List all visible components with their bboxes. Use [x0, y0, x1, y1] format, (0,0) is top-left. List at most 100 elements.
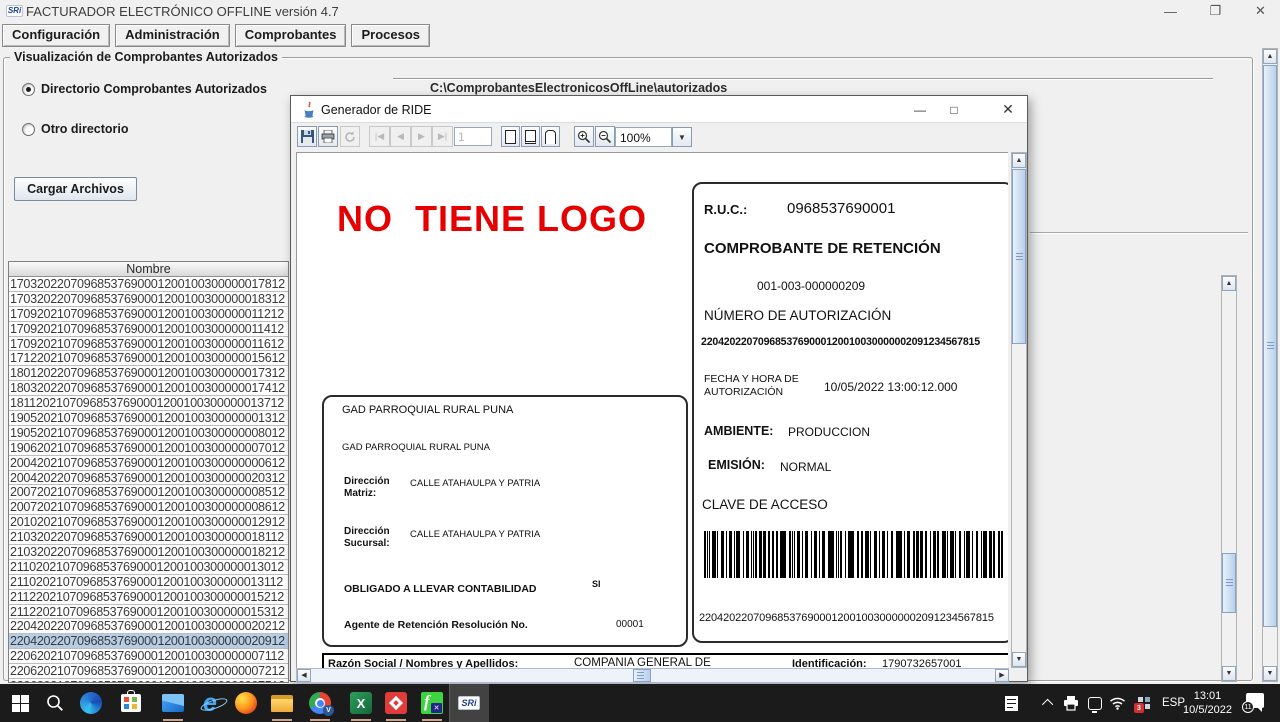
table-row[interactable]: 2110202107096853769000120010030000001301… [9, 560, 288, 575]
print-button[interactable] [318, 126, 338, 147]
dialog-horizontal-scrollbar[interactable]: ◀ ▶ [296, 668, 1009, 683]
dialog-vertical-scrollbar[interactable]: ▲ ▼ [1011, 152, 1027, 668]
device-tray-button[interactable] [1086, 695, 1104, 711]
grid-app-tray-button[interactable]: 3 [1133, 695, 1155, 711]
table-row[interactable]: 1709202107096853769000120010030000001141… [9, 322, 288, 337]
table-row[interactable]: 1709202107096853769000120010030000001121… [9, 307, 288, 322]
start-button[interactable] [8, 691, 32, 715]
chrome-taskbar-button[interactable]: V [308, 691, 332, 715]
page-number-input[interactable]: 1 [454, 127, 492, 146]
single-page-button[interactable] [501, 126, 520, 147]
fit-page-button[interactable] [521, 126, 540, 147]
menu-comprobantes[interactable]: Comprobantes [235, 24, 347, 47]
tray-expand-button[interactable] [1040, 695, 1058, 711]
radio-directorio-autorizados[interactable] [22, 83, 35, 96]
sri-taskbar-button[interactable]: SRi [449, 684, 489, 722]
contabilidad-value: SI [592, 579, 601, 589]
printer-tray-button[interactable] [1062, 695, 1080, 711]
file-explorer-button[interactable] [270, 691, 294, 715]
table-row[interactable]: 2112202107096853769000120010030000001531… [9, 605, 288, 620]
table-row[interactable]: 2103202207096853769000120010030000001821… [9, 545, 288, 560]
dialog-minimize-button[interactable]: — [904, 96, 936, 123]
table-row[interactable]: 2206202107096853769000120010030000000711… [9, 649, 288, 664]
main-vertical-scrollbar[interactable]: ▲ ▼ [1262, 48, 1278, 682]
table-row[interactable]: 1905202107096853769000120010030000000801… [9, 426, 288, 441]
clock-time: 13:01 [1180, 689, 1235, 703]
scroll-up-icon[interactable]: ▲ [1222, 276, 1236, 291]
file-table: Nombre 170320220709685376900012001003000… [8, 261, 289, 683]
notification-center-button[interactable]: 11 [1246, 693, 1264, 708]
table-row[interactable]: 2004202107096853769000120010030000000061… [9, 456, 288, 471]
table-row[interactable]: 1803202207096853769000120010030000001741… [9, 381, 288, 396]
table-row[interactable]: 2206202107096853769000120010030000000751… [9, 679, 288, 683]
table-row[interactable]: 2007202107096853769000120010030000000851… [9, 485, 288, 500]
save-button[interactable] [297, 126, 317, 147]
zoom-in-button[interactable] [574, 126, 594, 147]
first-page-button[interactable]: |◀ [369, 126, 390, 147]
next-page-button[interactable]: ▶ [411, 126, 432, 147]
scrollbar-thumb[interactable] [1222, 553, 1236, 613]
table-row[interactable]: 2007202107096853769000120010030000000861… [9, 500, 288, 515]
table-row[interactable]: 1906202107096853769000120010030000000701… [9, 441, 288, 456]
table-row[interactable]: 1811202107096853769000120010030000001371… [9, 396, 288, 411]
zoom-out-button[interactable] [595, 126, 615, 147]
cargar-archivos-button[interactable]: Cargar Archivos [14, 177, 137, 201]
close-button[interactable]: ✕ [1238, 0, 1280, 22]
refresh-button[interactable] [340, 126, 360, 147]
table-row[interactable]: 2103202207096853769000120010030000001811… [9, 530, 288, 545]
scroll-right-icon[interactable]: ▶ [995, 669, 1009, 682]
table-row[interactable]: 1703202207096853769000120010030000001831… [9, 292, 288, 307]
dialog-maximize-button[interactable]: □ [938, 96, 970, 123]
file-table-header[interactable]: Nombre [9, 262, 288, 277]
table-row[interactable]: 1712202107096853769000120010030000001561… [9, 351, 288, 366]
scrollbar-thumb[interactable] [633, 669, 651, 682]
scrollbar-thumb[interactable] [1012, 169, 1026, 344]
excel-taskbar-button[interactable]: X [349, 691, 373, 715]
prev-page-button[interactable]: ◀ [390, 126, 411, 147]
table-row[interactable]: 2204202207096853769000120010030000002021… [9, 619, 288, 634]
razon-social-value: COMPANIA GENERAL DE [574, 657, 711, 668]
menu-administracion[interactable]: Administración [115, 24, 230, 47]
restore-button[interactable]: ❐ [1193, 0, 1238, 22]
menu-configuracion[interactable]: Configuración [2, 24, 110, 47]
desktop: SRi FACTURADOR ELECTRÓNICO OFFLINE versi… [0, 0, 1280, 722]
radio-otro-directorio[interactable] [22, 123, 35, 136]
clock-date: 10/5/2022 [1180, 703, 1235, 717]
table-row[interactable]: 1905202107096853769000120010030000000131… [9, 411, 288, 426]
mail-taskbar-button[interactable] [161, 691, 185, 715]
scroll-down-icon[interactable]: ▼ [1012, 652, 1026, 667]
table-row[interactable]: 2010202107096853769000120010030000001291… [9, 515, 288, 530]
fit-width-button[interactable] [541, 126, 560, 147]
scrollbar-thumb[interactable] [1263, 65, 1277, 627]
search-button[interactable] [43, 691, 67, 715]
dialog-close-button[interactable]: ✕ [992, 96, 1024, 123]
table-row[interactable]: 1801202207096853769000120010030000001731… [9, 366, 288, 381]
content-vertical-scrollbar[interactable]: ▲ ▼ [1221, 275, 1237, 682]
document-tray-icon[interactable] [1002, 695, 1020, 711]
zoom-level-select[interactable]: 100% [615, 127, 672, 147]
wifi-tray-button[interactable] [1108, 695, 1126, 711]
scroll-up-icon[interactable]: ▲ [1263, 49, 1277, 64]
facturador-taskbar-button[interactable]: f ✕ [420, 691, 444, 715]
last-page-button[interactable]: ▶| [432, 126, 453, 147]
table-row[interactable]: 2204202207096853769000120010030000002091… [9, 634, 288, 649]
scroll-down-icon[interactable]: ▼ [1263, 666, 1277, 681]
scroll-down-icon[interactable]: ▼ [1222, 666, 1236, 681]
table-row[interactable]: 2206202107096853769000120010030000000721… [9, 664, 288, 679]
zoom-combo-arrow[interactable]: ▼ [672, 127, 692, 147]
minimize-button[interactable]: — [1148, 0, 1193, 22]
table-row[interactable]: 2110202107096853769000120010030000001311… [9, 575, 288, 590]
table-row[interactable]: 1703202207096853769000120010030000001781… [9, 277, 288, 292]
edge-taskbar-button[interactable] [79, 691, 103, 715]
internet-explorer-button[interactable]: e [198, 691, 222, 715]
scroll-left-icon[interactable]: ◀ [297, 669, 311, 682]
anydesk-taskbar-button[interactable] [384, 691, 408, 715]
table-row[interactable]: 2112202107096853769000120010030000001521… [9, 590, 288, 605]
store-taskbar-button[interactable] [119, 691, 143, 715]
clock[interactable]: 13:01 10/5/2022 [1180, 689, 1235, 717]
scroll-up-icon[interactable]: ▲ [1012, 153, 1026, 168]
table-row[interactable]: 1709202107096853769000120010030000001161… [9, 337, 288, 352]
firefox-taskbar-button[interactable] [234, 691, 258, 715]
menu-procesos[interactable]: Procesos [351, 24, 430, 47]
table-row[interactable]: 2004202207096853769000120010030000002031… [9, 471, 288, 486]
